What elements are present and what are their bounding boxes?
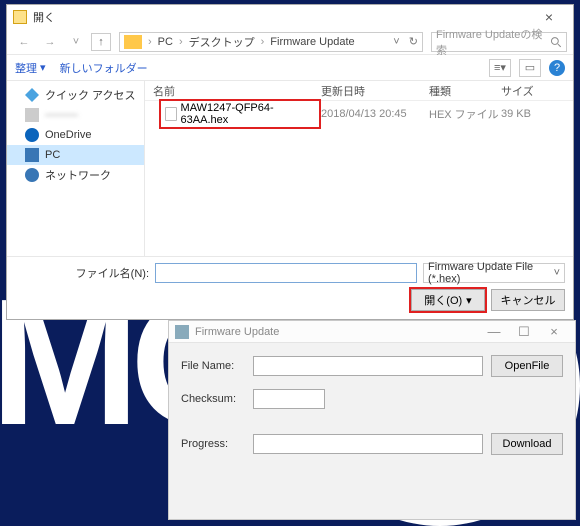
checksum-label: Checksum:: [181, 393, 245, 405]
chevron-right-icon: ›: [259, 36, 267, 48]
filename-label: ファイル名(N):: [15, 265, 149, 281]
back-button[interactable]: ←: [13, 32, 35, 52]
pc-icon: [25, 148, 39, 162]
window-title: Firmware Update: [195, 326, 479, 338]
cancel-button[interactable]: キャンセル: [491, 289, 565, 311]
sidebar-item-network[interactable]: ネットワーク: [7, 165, 144, 185]
help-button[interactable]: ?: [549, 60, 565, 76]
history-dropdown[interactable]: ˅: [65, 32, 87, 52]
toolbar: 整理 ▾ 新しいフォルダー ≡▾ ▭ ?: [7, 55, 573, 81]
firmware-update-window: Firmware Update — ☐ × File Name: OpenFil…: [168, 320, 576, 520]
openfile-button[interactable]: OpenFile: [491, 355, 563, 377]
dialog-footer: ファイル名(N): Firmware Update File (*.hex) ˅…: [7, 256, 573, 319]
blank-icon: [25, 108, 39, 122]
crumb-folder[interactable]: Firmware Update: [266, 36, 358, 48]
filename-input[interactable]: [155, 263, 417, 283]
app-icon: [175, 325, 189, 339]
sidebar-item-redacted[interactable]: ———: [7, 105, 144, 125]
chevron-down-icon: ▾: [466, 294, 472, 307]
network-icon: [25, 168, 39, 182]
progress-label: Progress:: [181, 438, 245, 450]
search-icon: [550, 36, 562, 48]
filename-label: File Name:: [181, 360, 245, 372]
file-date: 2018/04/13 20:45: [321, 108, 429, 120]
quick-access-icon: [25, 88, 39, 102]
file-type: HEX ファイル: [429, 106, 501, 122]
titlebar: Firmware Update — ☐ ×: [169, 321, 575, 343]
filename-input[interactable]: [253, 356, 483, 376]
chevron-down-icon: ˅: [554, 267, 560, 279]
column-headers: 名前 更新日時 種類 サイズ: [145, 81, 573, 101]
col-type[interactable]: 種類: [429, 83, 501, 99]
crumb-desktop[interactable]: デスクトップ: [185, 34, 259, 50]
minimize-button[interactable]: —: [479, 324, 509, 339]
file-highlight: MAW1247-QFP64-63AA.hex: [159, 99, 321, 129]
up-button[interactable]: ↑: [91, 33, 111, 51]
dialog-title: 開く: [33, 9, 531, 25]
col-size[interactable]: サイズ: [501, 83, 573, 99]
file-size: 39 KB: [501, 108, 573, 120]
forward-button: →: [39, 32, 61, 52]
maximize-button[interactable]: ☐: [509, 324, 539, 340]
crumb-pc[interactable]: PC: [154, 36, 177, 48]
search-placeholder: Firmware Updateの検索: [436, 26, 550, 58]
search-input[interactable]: Firmware Updateの検索: [431, 32, 567, 52]
file-list: 名前 更新日時 種類 サイズ MAW1247-QFP64-63AA.hex 20…: [145, 81, 573, 256]
file-row[interactable]: MAW1247-QFP64-63AA.hex 2018/04/13 20:45 …: [145, 103, 573, 125]
file-type-filter[interactable]: Firmware Update File (*.hex) ˅: [423, 263, 565, 283]
sidebar-item-onedrive[interactable]: OneDrive: [7, 125, 144, 145]
view-options-button[interactable]: ≡▾: [489, 59, 511, 77]
pc-icon: [124, 35, 142, 49]
progress-bar: [253, 434, 483, 454]
open-button[interactable]: 開く(O)▾: [411, 289, 485, 311]
col-date[interactable]: 更新日時: [321, 83, 429, 99]
sidebar: クイック アクセス ——— OneDrive PC ネットワーク: [7, 81, 145, 256]
close-icon[interactable]: ×: [531, 9, 567, 25]
close-button[interactable]: ×: [539, 324, 569, 339]
download-button[interactable]: Download: [491, 433, 563, 455]
sidebar-item-quick-access[interactable]: クイック アクセス: [7, 85, 144, 105]
sidebar-item-pc[interactable]: PC: [7, 145, 144, 165]
open-dialog: 開く × ← → ˅ ↑ › PC › デスクトップ › Firmware Up…: [6, 4, 574, 320]
folder-icon: [13, 10, 27, 24]
file-icon: [165, 107, 177, 121]
file-name: MAW1247-QFP64-63AA.hex: [181, 102, 315, 126]
breadcrumb[interactable]: › PC › デスクトップ › Firmware Update ˅ ↻: [119, 32, 423, 52]
nav-bar: ← → ˅ ↑ › PC › デスクトップ › Firmware Update …: [7, 29, 573, 55]
preview-pane-button[interactable]: ▭: [519, 59, 541, 77]
onedrive-icon: [25, 128, 39, 142]
address-controls[interactable]: ˅ ↻: [389, 35, 422, 48]
organize-menu[interactable]: 整理 ▾: [15, 60, 46, 76]
new-folder-button[interactable]: 新しいフォルダー: [60, 60, 148, 76]
checksum-input[interactable]: [253, 389, 325, 409]
chevron-right-icon: ›: [146, 36, 154, 48]
col-name[interactable]: 名前: [145, 83, 321, 99]
chevron-right-icon: ›: [177, 36, 185, 48]
